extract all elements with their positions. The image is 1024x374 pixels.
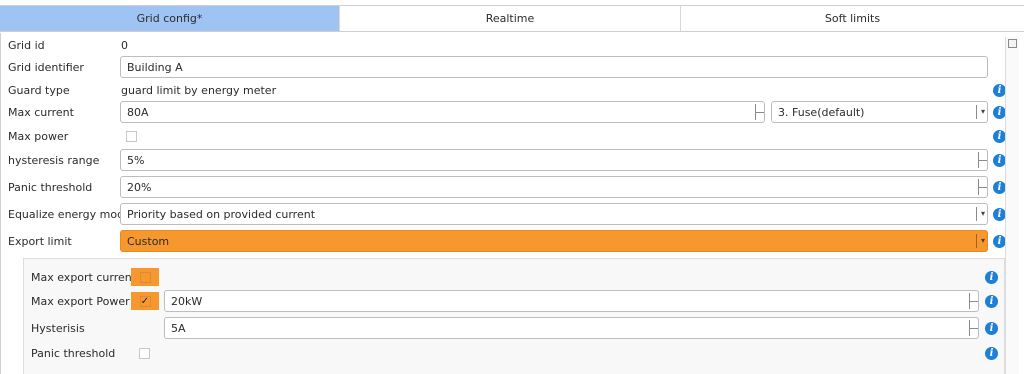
fuse-select[interactable]: 3. Fuse(default) ▾ (771, 101, 988, 123)
max-current-row: Max current 80A 3. Fuse(default) ▾ i (1, 101, 1011, 123)
export-panic-threshold-label: Panic threshold (31, 346, 116, 360)
grid-id-label: Grid id (8, 38, 45, 52)
grid-identifier-input[interactable]: Building A (120, 56, 988, 78)
grid-id-row: Grid id 0 (1, 34, 1001, 56)
export-panic-threshold-row: Panic threshold i (24, 342, 1004, 364)
tab-grid-config[interactable]: Grid config* (0, 6, 340, 31)
grid-config-panel: Grid id 0 Grid identifier Building A Gua… (0, 33, 1024, 374)
max-export-power-row: Max export Power ✓ 20kW i (24, 290, 1004, 312)
hysteresis-range-row: hysteresis range 5% i (1, 149, 1011, 171)
max-export-current-checkbox[interactable] (131, 268, 159, 286)
grid-identifier-label: Grid identifier (8, 60, 84, 74)
tab-bar: Grid config* Realtime Soft limits (0, 5, 1024, 32)
hysterisis-spin-icon[interactable] (969, 320, 978, 336)
equalize-energy-mode-row: Equalize energy mode Priority based on p… (1, 203, 1011, 225)
guard-type-label: Guard type (8, 83, 70, 97)
guard-type-row: Guard type guard limit by energy meter i (1, 79, 1011, 101)
hysterisis-label: Hysterisis (31, 321, 85, 335)
export-panic-threshold-checkbox[interactable] (139, 348, 150, 359)
export-limit-subpanel: Max export current i Max export Power ✓ … (23, 258, 1005, 374)
panic-threshold-label: Panic threshold (8, 180, 93, 194)
panic-threshold-value: 20% (127, 180, 152, 194)
fuse-select-value: 3. Fuse(default) (778, 105, 865, 119)
max-export-current-checkbox-box (139, 271, 151, 283)
max-power-checkbox[interactable] (126, 131, 137, 142)
max-export-current-row: Max export current i (24, 266, 1004, 288)
check-icon: ✓ (139, 295, 151, 307)
grid-identifier-value: Building A (127, 60, 183, 74)
max-export-power-spin-icon[interactable] (969, 293, 978, 309)
hysteresis-range-value: 5% (127, 153, 145, 167)
max-current-spin-icon[interactable] (755, 104, 764, 120)
max-power-row: Max power i (1, 125, 1011, 147)
equalize-energy-mode-select[interactable]: Priority based on provided current ▾ (120, 203, 988, 225)
export-limit-label: Export limit (8, 234, 72, 248)
hysterisis-info-icon[interactable]: i (985, 322, 998, 335)
export-limit-row: Export limit Custom ▾ i (1, 230, 1011, 252)
max-current-input[interactable]: 80A (120, 101, 765, 123)
max-export-power-label: Max export Power (31, 294, 130, 308)
grid-id-value: 0 (121, 38, 128, 52)
hysterisis-input[interactable]: 5A (164, 317, 979, 339)
grid-identifier-row: Grid identifier Building A (1, 56, 1001, 78)
equalize-energy-mode-value: Priority based on provided current (127, 207, 316, 221)
max-export-power-checkbox[interactable]: ✓ (131, 292, 159, 310)
max-export-current-info-icon[interactable]: i (985, 271, 998, 284)
max-export-power-info-icon[interactable]: i (985, 295, 998, 308)
guard-type-value: guard limit by energy meter (121, 83, 277, 97)
equalize-chevron-down-icon[interactable]: ▾ (976, 207, 985, 221)
export-panic-threshold-info-icon[interactable]: i (985, 347, 998, 360)
export-limit-value: Custom (127, 234, 170, 248)
export-limit-chevron-down-icon[interactable]: ▾ (976, 234, 985, 248)
scroll-up-icon[interactable] (1008, 39, 1017, 48)
export-limit-select[interactable]: Custom ▾ (120, 230, 988, 252)
max-power-label: Max power (8, 129, 69, 143)
max-export-power-value: 20kW (171, 294, 203, 308)
tab-soft-limits[interactable]: Soft limits (681, 6, 1024, 31)
max-export-current-label: Max export current (31, 270, 137, 284)
hysteresis-range-input[interactable]: 5% (120, 149, 988, 171)
vertical-scrollbar[interactable] (1005, 37, 1019, 374)
panic-threshold-row: Panic threshold 20% i (1, 176, 1011, 198)
panic-threshold-spin-icon[interactable] (978, 179, 987, 195)
max-current-value: 80A (127, 105, 149, 119)
hysteresis-range-spin-icon[interactable] (978, 152, 987, 168)
tab-realtime[interactable]: Realtime (340, 6, 681, 31)
hysterisis-row: Hysterisis 5A i (24, 317, 1004, 339)
max-current-label: Max current (8, 105, 74, 119)
equalize-energy-mode-label: Equalize energy mode (8, 207, 131, 221)
panic-threshold-input[interactable]: 20% (120, 176, 988, 198)
hysteresis-range-label: hysteresis range (8, 153, 100, 167)
max-export-power-input[interactable]: 20kW (164, 290, 979, 312)
hysterisis-value: 5A (171, 321, 186, 335)
fuse-chevron-down-icon[interactable]: ▾ (976, 105, 985, 119)
